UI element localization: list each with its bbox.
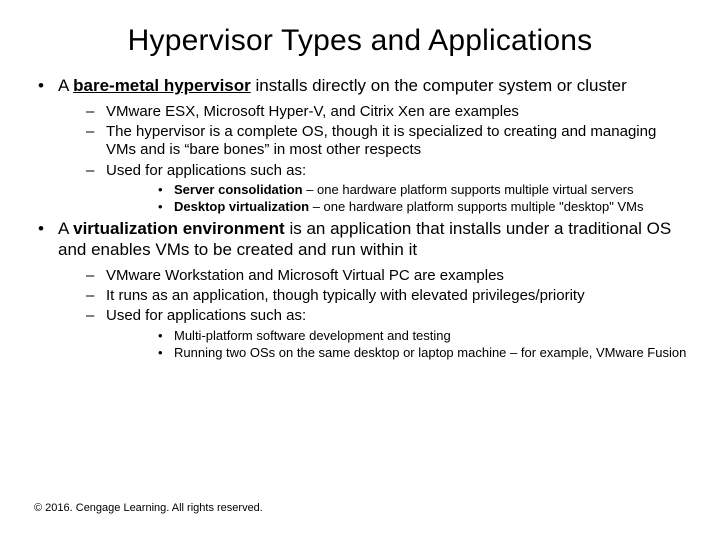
text: – one hardware platform supports multipl… (303, 182, 634, 197)
term-bare-metal: bare-metal hypervisor (73, 76, 251, 95)
slide: Hypervisor Types and Applications A bare… (0, 0, 720, 540)
sub-list: VMware Workstation and Microsoft Virtual… (58, 267, 690, 361)
text: A (58, 76, 73, 95)
bullet-bare-metal: A bare-metal hypervisor installs directl… (30, 76, 690, 215)
text: A (58, 219, 73, 238)
term-virtualization-env: virtualization environment (73, 219, 285, 238)
term: Desktop virtualization (174, 199, 309, 214)
sub-item: VMware ESX, Microsoft Hyper-V, and Citri… (58, 103, 690, 121)
text: Used for applications such as: (106, 307, 306, 324)
bullet-list: A bare-metal hypervisor installs directl… (30, 76, 690, 361)
slide-title: Hypervisor Types and Applications (30, 24, 690, 58)
sub-sub-list: Server consolidation – one hardware plat… (106, 182, 690, 216)
bullet-virtualization-env: A virtualization environment is an appli… (30, 219, 690, 361)
copyright-footer: © 2016. Cengage Learning. All rights res… (34, 502, 263, 514)
sub-item: It runs as an application, though typica… (58, 287, 690, 305)
sub-list: VMware ESX, Microsoft Hyper-V, and Citri… (58, 103, 690, 216)
sub-sub-item: Running two OSs on the same desktop or l… (106, 345, 690, 361)
sub-item: The hypervisor is a complete OS, though … (58, 123, 690, 160)
sub-item: Used for applications such as: Multi-pla… (58, 307, 690, 361)
term: Server consolidation (174, 182, 303, 197)
sub-sub-list: Multi-platform software development and … (106, 328, 690, 362)
text: – one hardware platform supports multipl… (309, 199, 643, 214)
sub-sub-item: Desktop virtualization – one hardware pl… (106, 199, 690, 215)
sub-item: Used for applications such as: Server co… (58, 162, 690, 216)
sub-sub-item: Server consolidation – one hardware plat… (106, 182, 690, 198)
sub-item: VMware Workstation and Microsoft Virtual… (58, 267, 690, 285)
text: Used for applications such as: (106, 162, 306, 179)
sub-sub-item: Multi-platform software development and … (106, 328, 690, 344)
text: installs directly on the computer system… (251, 76, 627, 95)
